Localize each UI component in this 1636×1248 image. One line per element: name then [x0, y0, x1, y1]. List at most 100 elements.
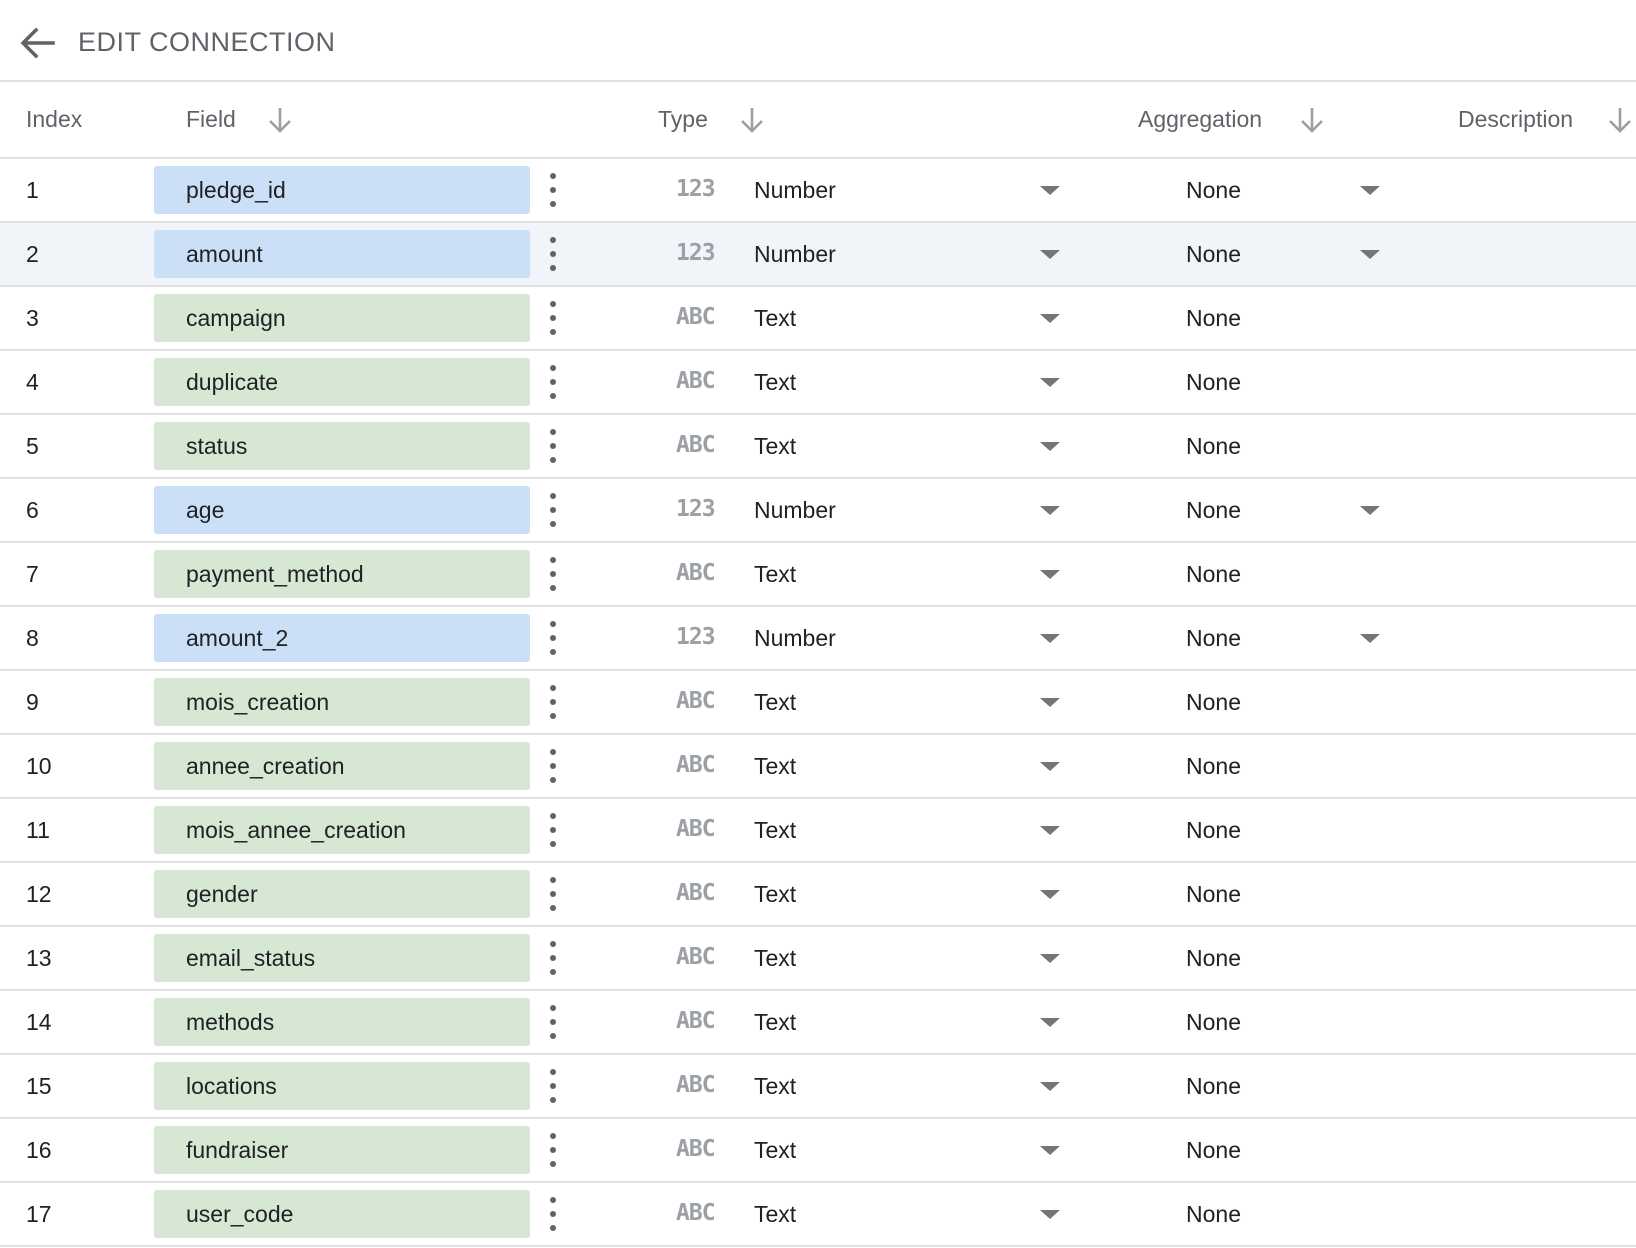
field-name: annee_creation — [186, 753, 345, 779]
field-chip[interactable]: user_code — [154, 1190, 530, 1238]
row-index: 13 — [26, 945, 52, 971]
more-vert-icon[interactable] — [545, 683, 561, 721]
field-chip[interactable]: mois_annee_creation — [154, 806, 530, 854]
field-chip[interactable]: amount_2 — [154, 614, 530, 662]
type-dropdown-triangle-down-icon[interactable] — [1038, 1142, 1062, 1158]
field-chip[interactable]: annee_creation — [154, 742, 530, 790]
field-chip[interactable]: methods — [154, 998, 530, 1046]
type-dropdown-triangle-down-icon[interactable] — [1038, 310, 1062, 326]
more-vert-icon[interactable] — [545, 1131, 561, 1169]
type-dropdown-triangle-down-icon[interactable] — [1038, 1206, 1062, 1222]
type-dropdown-triangle-down-icon[interactable] — [1038, 758, 1062, 774]
type-dropdown-triangle-down-icon[interactable] — [1038, 630, 1062, 646]
aggregation-label: None — [1186, 497, 1241, 523]
more-vert-icon[interactable] — [545, 299, 561, 337]
table-row: 10 annee_creation ABC Text None — [0, 735, 1636, 799]
aggregation-label: None — [1186, 817, 1241, 843]
aggregation-dropdown-triangle-down-icon[interactable] — [1358, 182, 1382, 198]
more-vert-icon[interactable] — [545, 811, 561, 849]
column-header-description[interactable]: Description — [1458, 104, 1573, 134]
row-index: 7 — [26, 561, 39, 587]
more-vert-icon[interactable] — [545, 747, 561, 785]
more-vert-icon[interactable] — [545, 235, 561, 273]
table-row: 16 fundraiser ABC Text None — [0, 1119, 1636, 1183]
sort-field-arrow-down-icon[interactable] — [266, 105, 294, 135]
type-dropdown-triangle-down-icon[interactable] — [1038, 1014, 1062, 1030]
aggregation-dropdown-triangle-down-icon[interactable] — [1358, 246, 1382, 262]
aggregation-dropdown-triangle-down-icon[interactable] — [1358, 630, 1382, 646]
field-name: fundraiser — [186, 1137, 289, 1163]
type-dropdown-triangle-down-icon[interactable] — [1038, 438, 1062, 454]
field-chip[interactable]: pledge_id — [154, 166, 530, 214]
field-chip[interactable]: age — [154, 486, 530, 534]
field-chip[interactable]: fundraiser — [154, 1126, 530, 1174]
row-index: 2 — [26, 241, 39, 267]
type-dropdown-triangle-down-icon[interactable] — [1038, 374, 1062, 390]
more-vert-icon[interactable] — [545, 875, 561, 913]
row-index: 15 — [26, 1073, 52, 1099]
more-vert-icon[interactable] — [545, 171, 561, 209]
field-name: gender — [186, 881, 258, 907]
type-dropdown-triangle-down-icon[interactable] — [1038, 694, 1062, 710]
column-header-index: Index — [26, 106, 83, 132]
more-vert-icon[interactable] — [545, 555, 561, 593]
field-name: campaign — [186, 305, 286, 331]
field-chip[interactable]: amount — [154, 230, 530, 278]
field-name: age — [186, 497, 225, 523]
table-row: 11 mois_annee_creation ABC Text None — [0, 799, 1636, 863]
more-vert-icon[interactable] — [545, 491, 561, 529]
field-chip[interactable]: campaign — [154, 294, 530, 342]
field-name: status — [186, 433, 248, 459]
more-vert-icon[interactable] — [545, 1195, 561, 1233]
table-row: 17 user_code ABC Text None — [0, 1183, 1636, 1247]
row-index: 12 — [26, 881, 52, 907]
more-vert-icon[interactable] — [545, 619, 561, 657]
field-name: amount — [186, 241, 263, 267]
more-vert-icon[interactable] — [545, 363, 561, 401]
field-chip[interactable]: email_status — [154, 934, 530, 982]
arrow-left-icon[interactable] — [16, 22, 58, 64]
type-dropdown-triangle-down-icon[interactable] — [1038, 566, 1062, 582]
table-row: 15 locations ABC Text None — [0, 1055, 1636, 1119]
aggregation-label: None — [1186, 433, 1241, 459]
type-dropdown-triangle-down-icon[interactable] — [1038, 502, 1062, 518]
field-chip[interactable]: locations — [154, 1062, 530, 1110]
field-chip[interactable]: duplicate — [154, 358, 530, 406]
aggregation-label: None — [1186, 881, 1241, 907]
type-dropdown-triangle-down-icon[interactable] — [1038, 886, 1062, 902]
column-header-type[interactable]: Type — [658, 104, 708, 134]
field-chip[interactable]: gender — [154, 870, 530, 918]
aggregation-dropdown-triangle-down-icon[interactable] — [1358, 502, 1382, 518]
table-row: 1 pledge_id 123 Number None — [0, 159, 1636, 223]
type-dropdown-triangle-down-icon[interactable] — [1038, 1078, 1062, 1094]
row-index: 1 — [26, 177, 39, 203]
field-name: methods — [186, 1009, 275, 1035]
field-chip[interactable]: payment_method — [154, 550, 530, 598]
type-label: Number — [754, 177, 836, 203]
type-dropdown-triangle-down-icon[interactable] — [1038, 822, 1062, 838]
more-vert-icon[interactable] — [545, 427, 561, 465]
type-dropdown-triangle-down-icon[interactable] — [1038, 182, 1062, 198]
type-dropdown-triangle-down-icon[interactable] — [1038, 950, 1062, 966]
sort-description-arrow-down-icon[interactable] — [1606, 105, 1634, 135]
column-header-field[interactable]: Field — [186, 104, 236, 134]
more-vert-icon[interactable] — [545, 1003, 561, 1041]
field-name: mois_creation — [186, 689, 330, 715]
field-chip[interactable]: mois_creation — [154, 678, 530, 726]
table-row: 13 email_status ABC Text None — [0, 927, 1636, 991]
more-vert-icon[interactable] — [545, 939, 561, 977]
aggregation-label: None — [1186, 625, 1241, 651]
field-chip[interactable]: status — [154, 422, 530, 470]
more-vert-icon[interactable] — [545, 1067, 561, 1105]
aggregation-label: None — [1186, 753, 1241, 779]
aggregation-label: None — [1186, 945, 1241, 971]
table-row: 4 duplicate ABC Text None — [0, 351, 1636, 415]
sort-type-arrow-down-icon[interactable] — [738, 105, 766, 135]
row-index: 10 — [26, 753, 52, 779]
column-header-aggregation[interactable]: Aggregation — [1138, 104, 1262, 134]
row-index: 9 — [26, 689, 39, 715]
sort-aggregation-arrow-down-icon[interactable] — [1298, 105, 1326, 135]
type-dropdown-triangle-down-icon[interactable] — [1038, 246, 1062, 262]
table-row: 7 payment_method ABC Text None — [0, 543, 1636, 607]
field-name: pledge_id — [186, 177, 286, 203]
